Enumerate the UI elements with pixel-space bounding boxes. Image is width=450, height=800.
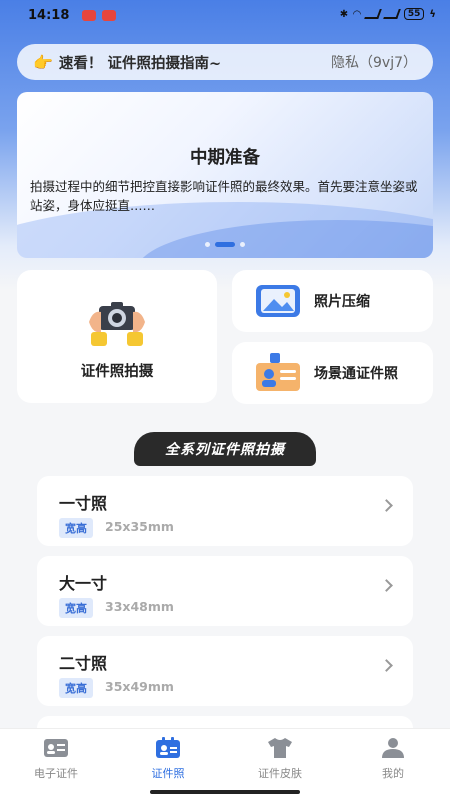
signal-icon: [383, 9, 401, 19]
status-time: 14:18: [28, 8, 70, 23]
section-title: 全系列证件照拍摄: [165, 442, 285, 458]
list-item[interactable]: 大一寸 宽高 33x48mm: [37, 556, 413, 626]
wifi-icon: ◠: [353, 8, 361, 20]
camera-hands-icon: [89, 302, 145, 346]
bluetooth-icon: ✱: [339, 8, 349, 20]
photo-dimensions: 25x35mm: [105, 519, 174, 534]
status-icons: ✱ ◠ 55 ϟ: [340, 8, 436, 20]
chevron-right-icon: [380, 579, 393, 592]
badge-id-icon: [256, 353, 300, 391]
home-indicator[interactable]: [150, 790, 300, 794]
scene-id-photo-card[interactable]: 场景通证件照: [232, 342, 433, 404]
nav-item-mine[interactable]: 我的: [348, 737, 438, 781]
carousel-dots: [17, 242, 433, 247]
notice-title: 速看！ 证件照拍摄指南~: [58, 55, 222, 72]
list-item[interactable]: 一寸照 宽高 25x35mm: [37, 476, 413, 546]
privacy-link[interactable]: 隐私（9vj7）: [331, 52, 417, 72]
banner-title: 中期准备: [190, 148, 260, 168]
nav-item-skin[interactable]: 证件皮肤: [235, 737, 325, 781]
list-item[interactable]: 二寸照 宽高 35x49mm: [37, 636, 413, 706]
photo-id-icon: [156, 737, 180, 758]
image-compress-icon: [256, 285, 300, 317]
id-photo-shoot-card[interactable]: 证件照拍摄: [17, 270, 217, 403]
carousel-dot: [205, 242, 210, 247]
nav-label: 电子证件: [34, 767, 78, 780]
photo-size-name: 一寸照: [59, 494, 108, 513]
signal-icon: [364, 9, 382, 19]
photo-size-name: 二寸照: [59, 654, 108, 673]
id-card-icon: [44, 739, 68, 757]
charging-icon: ϟ: [429, 8, 436, 20]
tips-banner[interactable]: 中期准备 拍摄过程中的细节把控直接影响证件照的最终效果。首先要注意坐姿或站姿，身…: [17, 92, 433, 258]
guide-notice-bar[interactable]: 👉 速看！ 证件照拍摄指南~ 隐私（9vj7）: [17, 44, 433, 80]
size-tag: 宽高: [59, 518, 93, 538]
pointing-hand-icon: 👉: [33, 52, 53, 72]
photo-dimensions: 33x48mm: [105, 599, 174, 614]
size-tag: 宽高: [59, 678, 93, 698]
nav-label: 证件照: [151, 767, 185, 780]
section-header: 全系列证件照拍摄: [134, 432, 316, 466]
photo-dimensions: 35x49mm: [105, 679, 174, 694]
photo-size-name: 大一寸: [59, 574, 108, 593]
id-photo-shoot-label: 证件照拍摄: [80, 364, 154, 380]
user-icon: [382, 738, 404, 758]
chevron-right-icon: [380, 499, 393, 512]
notification-app-icon: [102, 10, 116, 21]
carousel-dot: [240, 242, 245, 247]
scene-id-photo-label: 场景通证件照: [314, 366, 398, 382]
photo-compress-card[interactable]: 照片压缩: [232, 270, 433, 332]
battery-icon: 55: [403, 8, 425, 20]
chevron-right-icon: [380, 659, 393, 672]
shirt-icon: [268, 738, 292, 758]
nav-item-id-photo[interactable]: 证件照: [123, 737, 213, 781]
banner-text: 拍摄过程中的细节把控直接影响证件照的最终效果。首先要注意坐姿或站姿，身体应挺直……: [30, 179, 418, 213]
size-tag: 宽高: [59, 598, 93, 618]
nav-label: 我的: [382, 767, 404, 780]
nav-label: 证件皮肤: [258, 767, 302, 780]
carousel-dot-active: [215, 242, 235, 247]
photo-compress-label: 照片压缩: [314, 294, 370, 310]
notification-app-icon: [82, 10, 96, 21]
status-bar: 14:18 ✱ ◠ 55 ϟ: [0, 0, 450, 32]
nav-item-e-id[interactable]: 电子证件: [11, 737, 101, 781]
